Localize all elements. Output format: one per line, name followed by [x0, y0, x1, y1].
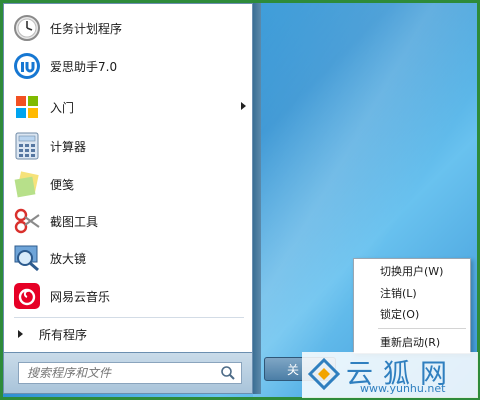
sticky-notes-icon [12, 169, 42, 199]
separator [14, 317, 244, 318]
power-options-menu: 切换用户(W) 注销(L) 锁定(O) 重新启动(R) [353, 258, 471, 354]
getting-started-icon [12, 92, 42, 122]
program-snipping-tool[interactable]: 截图工具 [8, 203, 250, 239]
program-label: 计算器 [50, 139, 87, 154]
right-pane-edge [253, 3, 261, 394]
switch-user-item[interactable]: 切换用户(W) [354, 261, 470, 281]
expand-arrow-icon [18, 330, 23, 338]
program-magnifier[interactable]: 放大镜 [8, 240, 250, 276]
clock-icon [12, 13, 42, 43]
program-calculator[interactable]: 计算器 [8, 128, 250, 164]
scissors-icon [12, 206, 42, 236]
magnifier-icon [12, 243, 42, 273]
submenu-arrow-icon [241, 102, 246, 110]
watermark-url: www.yunhu.net [360, 382, 446, 395]
program-task-scheduler[interactable]: 任务计划程序 [8, 10, 250, 46]
yunhu-logo-icon [307, 357, 341, 391]
program-label: 网易云音乐 [50, 289, 111, 304]
program-label: 入门 [50, 100, 75, 115]
netease-music-icon [12, 281, 42, 311]
program-getting-started[interactable]: 入门 [8, 89, 250, 125]
start-menu: 任务计划程序 爱思助手7.0 入门 计算器 便笺 截图工具 放大镜 网易云音乐 … [3, 3, 261, 394]
program-label: 截图工具 [50, 214, 99, 229]
lock-item[interactable]: 锁定(O) [354, 304, 470, 324]
search-input[interactable] [19, 365, 219, 381]
log-off-item[interactable]: 注销(L) [354, 283, 470, 303]
restart-item[interactable]: 重新启动(R) [354, 332, 470, 352]
program-sticky-notes[interactable]: 便笺 [8, 166, 250, 202]
program-netease-music[interactable]: 网易云音乐 [8, 278, 250, 314]
all-programs-label: 所有程序 [39, 327, 88, 342]
search-icon[interactable] [219, 364, 237, 382]
watermark: 云狐网 www.yunhu.net [302, 352, 478, 398]
calculator-icon [12, 131, 42, 161]
program-list-pane: 任务计划程序 爱思助手7.0 入门 计算器 便笺 截图工具 放大镜 网易云音乐 … [3, 3, 253, 353]
program-label: 爱思助手7.0 [50, 59, 118, 74]
program-label: 便笺 [50, 177, 75, 192]
search-box[interactable] [18, 362, 242, 384]
program-label: 任务计划程序 [50, 21, 123, 36]
i4-assistant-icon [12, 51, 42, 81]
all-programs-button[interactable]: 所有程序 [8, 323, 250, 345]
program-i4-assistant[interactable]: 爱思助手7.0 [8, 48, 250, 84]
shutdown-label: 关 [287, 362, 300, 377]
menu-separator [378, 328, 466, 329]
program-label: 放大镜 [50, 251, 87, 266]
search-bar-area [3, 353, 253, 394]
